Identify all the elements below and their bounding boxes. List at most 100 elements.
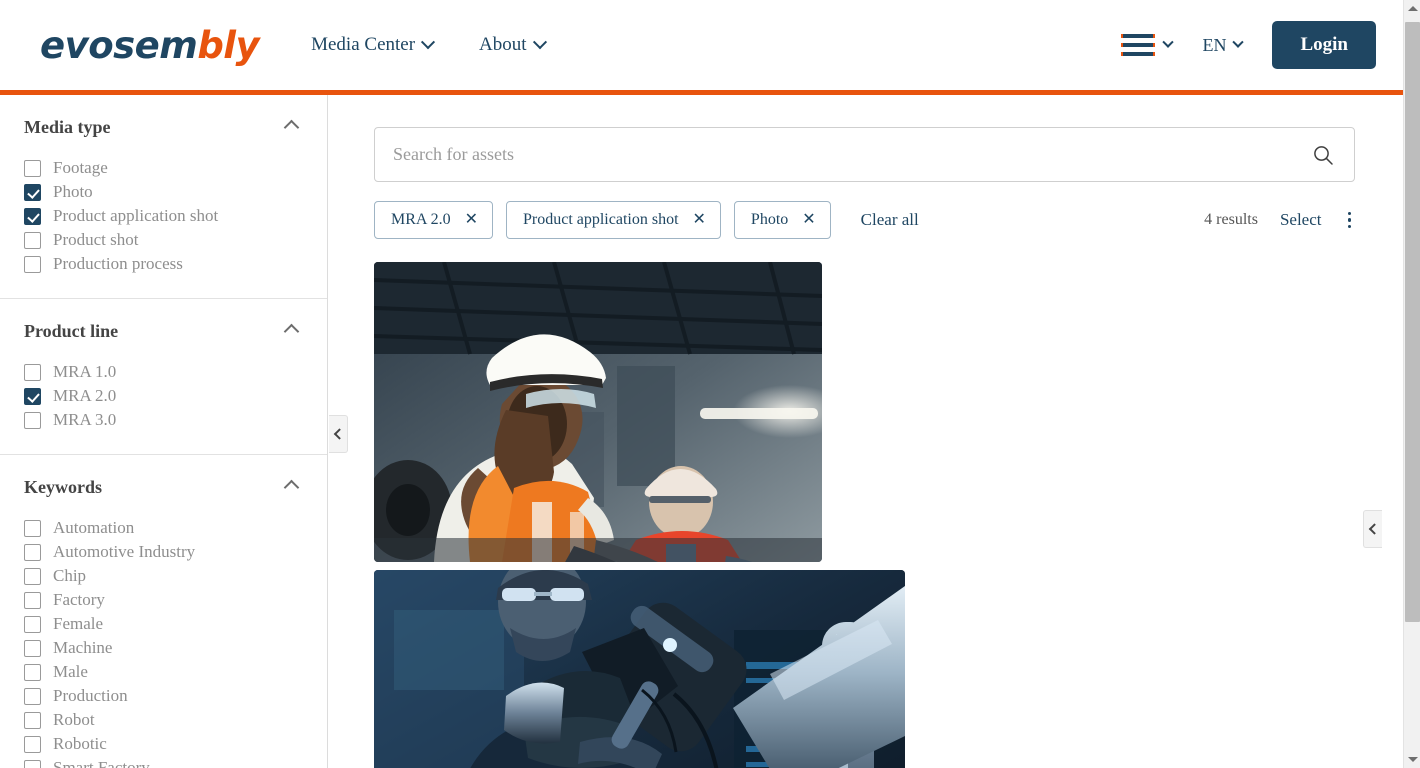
filter-checkbox[interactable] [24,736,41,753]
close-icon[interactable]: ✕ [465,212,478,228]
search-icon[interactable] [1312,144,1334,166]
filter-chip[interactable]: Photo✕ [734,201,831,239]
filter-checkbox[interactable] [24,760,41,768]
filter-chip-label: Product application shot [523,211,679,229]
filter-checkbox[interactable] [24,412,41,429]
filter-option[interactable]: Product application shot [0,204,327,228]
chevron-down-icon [1163,37,1174,48]
hamburger-menu-button[interactable] [1121,34,1172,56]
select-mode-button[interactable]: Select [1280,210,1322,230]
filter-checkbox[interactable] [24,232,41,249]
asset-thumbnail [374,570,905,768]
filter-option[interactable]: Male [0,660,327,684]
clear-all-button[interactable]: Clear all [861,210,919,230]
nav-item-media-center[interactable]: Media Center [311,34,433,56]
asset-thumbnail [374,262,822,562]
filter-option[interactable]: Automotive Industry [0,540,327,564]
filter-section: Product line MRA 1.0MRA 2.0MRA 3.0 [0,299,327,455]
filter-section-header[interactable]: Product line [0,321,327,342]
filter-sidebar: Media type FootagePhoto Product applicatio… [0,95,328,768]
filter-option-list: FootagePhotoProduct application shotProd… [0,156,327,276]
search-bar [374,127,1355,182]
filter-option-label: Robotic [53,734,107,754]
filter-option-label: Machine [53,638,112,658]
results-count: 4 results [1204,211,1258,229]
filter-option[interactable]: Robot [0,708,327,732]
filter-checkbox[interactable] [24,568,41,585]
filter-option[interactable]: Product shot [0,228,327,252]
filter-option[interactable]: Production process [0,252,327,276]
asset-tile[interactable] [374,262,822,562]
filter-option[interactable]: Automation [0,516,327,540]
filter-section: Media type FootagePhoto Product applicatio… [0,95,327,299]
caret-up-icon [284,120,300,136]
filter-chip[interactable]: MRA 2.0✕ [374,201,493,239]
scrollbar-thumb[interactable] [1405,22,1420,622]
asset-tile[interactable] [374,570,905,768]
page-scrollbar[interactable] [1403,0,1420,768]
filter-section-header[interactable]: Media type [0,117,327,138]
login-button[interactable]: Login [1272,21,1376,69]
filter-checkbox[interactable] [24,184,41,201]
filter-option[interactable]: Robotic [0,732,327,756]
filter-option-label: Product application shot [53,206,218,226]
close-icon[interactable]: ✕ [693,212,706,228]
filter-option-list: AutomationAutomotive IndustryChipFactory… [0,516,327,768]
chevron-left-icon [1369,523,1380,534]
filter-option-label: Female [53,614,103,634]
scroll-up-button[interactable] [1404,0,1420,17]
filter-checkbox[interactable] [24,388,41,405]
filter-checkbox[interactable] [24,256,41,273]
filter-option[interactable]: Footage [0,156,327,180]
filter-checkbox[interactable] [24,364,41,381]
kebab-menu-icon[interactable] [1344,210,1356,231]
nav-item-about-label: About [479,34,527,56]
filter-option[interactable]: MRA 1.0 [0,360,327,384]
main-navigation: Media Center About [311,34,544,56]
filter-checkbox[interactable] [24,160,41,177]
filter-option-label: Factory [53,590,105,610]
filter-checkbox[interactable] [24,208,41,225]
chevron-down-icon [421,35,435,49]
chevron-down-icon [532,35,546,49]
triangle-down-icon [1408,757,1418,762]
filter-option[interactable]: Female [0,612,327,636]
filter-checkbox[interactable] [24,712,41,729]
filter-option[interactable]: Machine [0,636,327,660]
filter-option-label: Photo [53,182,93,202]
results-toolbar: 4 results Select [1204,210,1355,231]
filter-option-label: Robot [53,710,95,730]
filter-checkbox[interactable] [24,640,41,657]
filter-option[interactable]: MRA 3.0 [0,408,327,432]
filter-option[interactable]: Photo [0,180,327,204]
filter-option[interactable]: MRA 2.0 [0,384,327,408]
filter-checkbox[interactable] [24,688,41,705]
accent-rule [0,90,1403,95]
close-icon[interactable]: ✕ [802,212,815,228]
language-selector[interactable]: EN [1202,35,1242,56]
hamburger-icon [1121,34,1155,56]
filter-option[interactable]: Production [0,684,327,708]
filter-checkbox[interactable] [24,520,41,537]
filter-checkbox[interactable] [24,544,41,561]
nav-item-about[interactable]: About [479,34,545,56]
filter-option[interactable]: Chip [0,564,327,588]
header-actions: EN Login [1121,0,1376,90]
filter-checkbox[interactable] [24,616,41,633]
filter-option[interactable]: Factory [0,588,327,612]
detail-panel-collapse-button[interactable] [1363,510,1382,548]
filter-chip[interactable]: Product application shot ✕ [506,201,721,239]
brand-logo-part1: evosem [40,24,197,67]
brand-logo[interactable]: evosembly [40,24,259,67]
sidebar-collapse-button[interactable] [329,415,348,453]
filter-option[interactable]: Smart Factory [0,756,327,768]
asset-browser: MRA 2.0✕Product application shot✕Photo✕C… [329,95,1403,768]
filter-checkbox[interactable] [24,592,41,609]
scroll-down-button[interactable] [1404,751,1420,768]
filter-section-header[interactable]: Keywords [0,477,327,498]
caret-up-icon [284,480,300,496]
filter-checkbox[interactable] [24,664,41,681]
search-input[interactable] [375,144,1312,165]
filter-option-label: MRA 3.0 [53,410,116,430]
language-label: EN [1202,35,1226,56]
